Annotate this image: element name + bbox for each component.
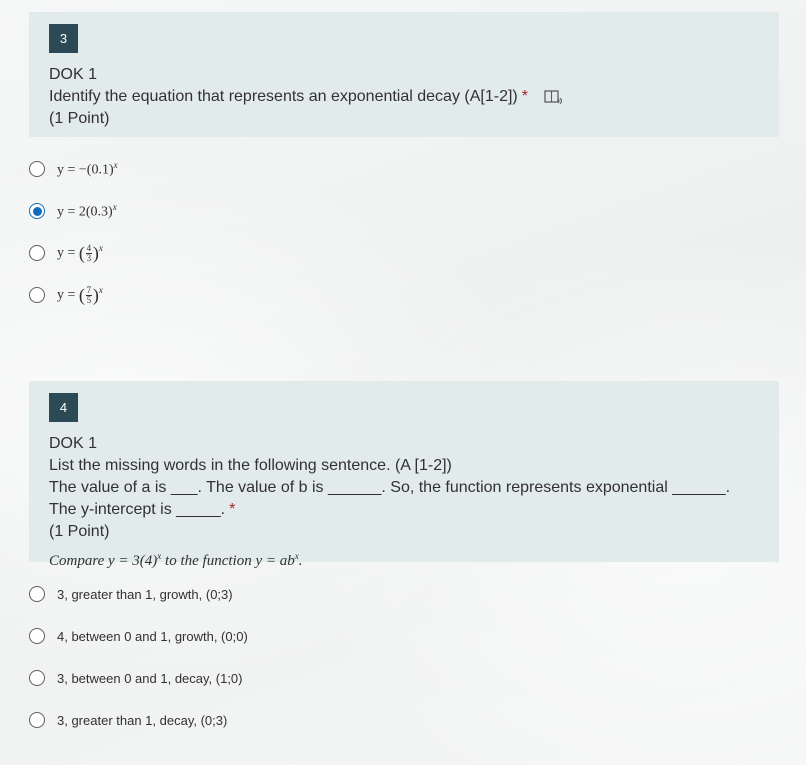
radio-button[interactable]	[29, 245, 45, 261]
question-number-badge: 3	[49, 24, 78, 53]
radio-button-selected[interactable]	[29, 203, 45, 219]
option-label: y = (7 5)x	[57, 284, 103, 305]
required-mark: *	[229, 501, 236, 518]
radio-button[interactable]	[29, 586, 45, 602]
required-mark: *	[521, 88, 528, 105]
immersive-reader-icon[interactable]	[544, 89, 564, 105]
option-label: 3, between 0 and 1, decay, (1;0)	[57, 670, 243, 686]
question-prompt: Identify the equation that represents an…	[49, 88, 518, 105]
radio-button[interactable]	[29, 161, 45, 177]
radio-button[interactable]	[29, 670, 45, 686]
question-4-card: 4 DOK 1 List the missing words in the fo…	[29, 381, 779, 569]
question-points: (1 Point)	[49, 110, 110, 127]
option-1[interactable]: 3, greater than 1, growth, (0;3)	[29, 573, 248, 615]
option-label: y = (4 3)x	[57, 242, 103, 263]
option-2[interactable]: y = 2(0.3)x	[29, 190, 118, 232]
question-number-badge: 4	[49, 393, 78, 422]
question-level: DOK 1	[49, 66, 98, 83]
option-label: 4, between 0 and 1, growth, (0;0)	[57, 628, 248, 644]
radio-button[interactable]	[29, 628, 45, 644]
question-level: DOK 1	[49, 435, 98, 452]
question-points: (1 Point)	[49, 523, 110, 540]
option-label: y = 2(0.3)x	[57, 201, 117, 220]
question-prompt: List the missing words in the following …	[49, 457, 452, 474]
radio-button[interactable]	[29, 712, 45, 728]
question-3-options: y = −(0.1)x y = 2(0.3)x y = (4 3)x y = (7…	[29, 148, 118, 316]
question-3-card: 3 DOK 1 Identify the equation that repre…	[29, 12, 779, 137]
option-4[interactable]: 3, greater than 1, decay, (0;3)	[29, 699, 248, 741]
option-3[interactable]: y = (4 3)x	[29, 232, 118, 274]
question-prompt-row: Identify the equation that represents an…	[49, 86, 759, 108]
question-3-header: 3 DOK 1 Identify the equation that repre…	[29, 12, 779, 137]
question-4-options: 3, greater than 1, growth, (0;3) 4, betw…	[29, 573, 248, 741]
option-4[interactable]: y = (7 5)x	[29, 274, 118, 316]
option-2[interactable]: 4, between 0 and 1, growth, (0;0)	[29, 615, 248, 657]
option-label: y = −(0.1)x	[57, 159, 118, 178]
option-1[interactable]: y = −(0.1)x	[29, 148, 118, 190]
option-label: 3, greater than 1, decay, (0;3)	[57, 712, 228, 728]
question-4-header: 4 DOK 1 List the missing words in the fo…	[29, 381, 779, 569]
option-3[interactable]: 3, between 0 and 1, decay, (1;0)	[29, 657, 248, 699]
radio-button[interactable]	[29, 287, 45, 303]
question-sentence: The value of a is ___. The value of b is…	[49, 479, 731, 496]
option-label: 3, greater than 1, growth, (0;3)	[57, 586, 233, 602]
question-math: Compare y = 3(4)x to the function y = ab…	[49, 551, 303, 569]
question-sentence-end: The y-intercept is _____. *	[49, 501, 236, 518]
